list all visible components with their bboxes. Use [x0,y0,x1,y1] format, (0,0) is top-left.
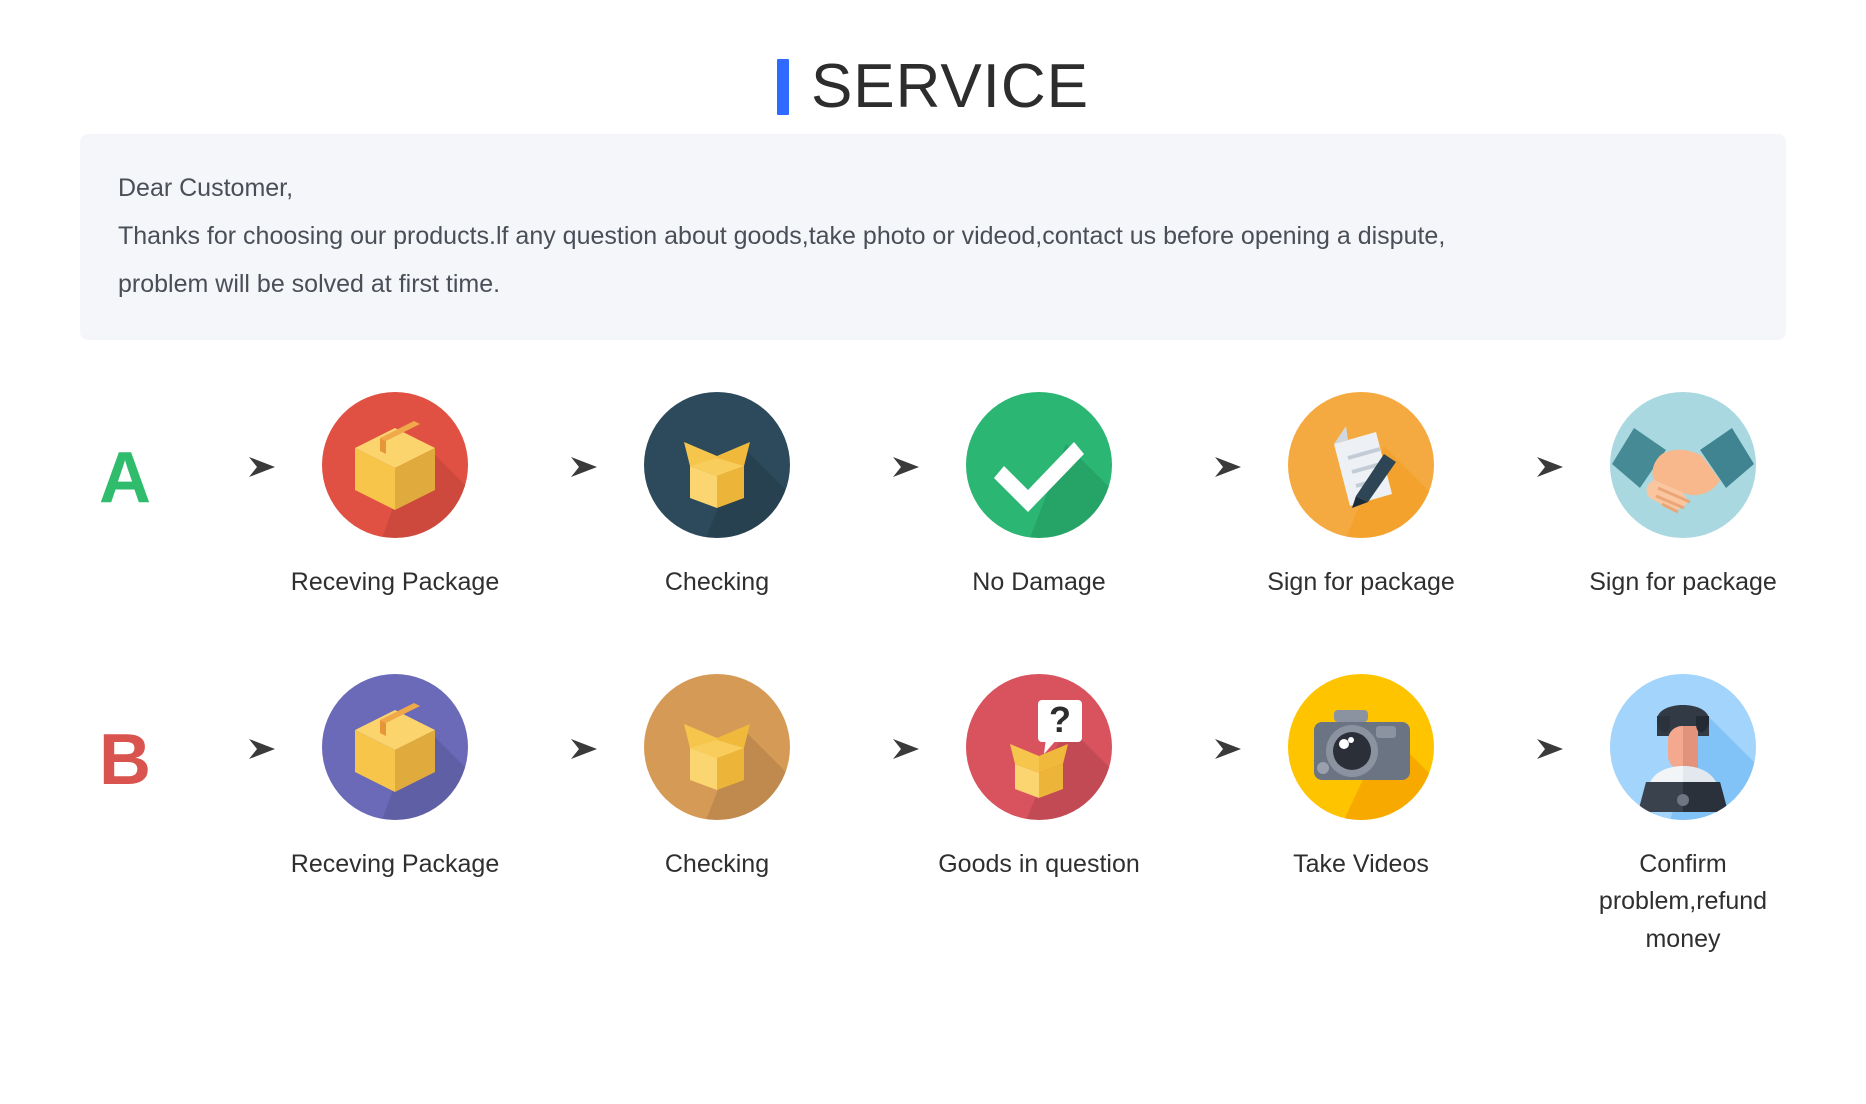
step-label: Take Videos [1293,849,1429,878]
arrow-right-icon [1479,457,1563,477]
svg-text:?: ? [1049,699,1071,740]
step-b-2[interactable]: Checking [610,673,824,884]
package-box-glyph [355,421,468,538]
arrow-b-3 [1146,674,1254,762]
open-box-icon [644,673,790,820]
flow-badge-b: B [99,719,151,800]
package-box-glyph [355,702,468,820]
step-label: Sign for package [1589,568,1777,596]
arrow-right-icon [191,457,275,477]
open-box-glyph [684,442,790,538]
step-a-3[interactable]: No Damage [932,392,1146,602]
step-a-4[interactable]: Sign for package [1254,392,1468,602]
handshake-glyph [1612,428,1754,514]
arrow-right-icon [1157,738,1241,759]
arrow-a-4 [1468,392,1576,480]
open-box-icon [644,392,790,538]
package-box-icon [322,673,468,820]
service-page: SERVICE Dear Customer, Thanks for choosi… [0,0,1866,1104]
step-label: Sign for package [1267,568,1455,596]
question-box-icon: ? [966,673,1112,820]
step-b-1[interactable]: Receving Package [288,673,502,884]
notice-line-3: problem will be solved at first time. [118,270,501,298]
package-box-icon [322,392,468,538]
step-label: Receving Package [290,568,500,596]
step-a-5[interactable]: Sign for package [1576,392,1790,602]
flow-row-b: B Receving Package Checking ? Goods in q… [0,673,1866,959]
arrow-right-icon [513,457,597,477]
document-pen-icon [1288,392,1434,538]
arrow-right-icon [835,738,919,759]
page-title-row: SERVICE [0,0,1866,120]
flow-badge-a: A [99,438,151,518]
step-label: Receving Package [290,849,500,878]
flow-row-a: A Receving Package Checking No Damage Si… [0,392,1866,602]
arrow-a-1 [502,392,610,480]
support-agent-glyph [1638,704,1756,820]
flow-b-badge-cell: B [70,674,180,796]
step-label: Checking [664,568,770,596]
arrow-b-4 [1468,674,1576,762]
camera-icon [1288,673,1434,820]
notice-line-1: Dear Customer, [118,174,294,202]
page-title: SERVICE [810,52,1090,121]
checkmark-icon [966,392,1112,538]
step-label: Goods in question [938,849,1140,878]
arrow-b-1 [502,674,610,762]
arrow-b-2 [824,674,932,762]
support-agent-icon [1610,673,1756,820]
arrow-right-icon [835,457,919,477]
question-box-glyph: ? [1010,699,1112,820]
camera-glyph [1314,709,1434,820]
open-box-glyph [684,723,790,820]
arrow-right-icon [1479,738,1563,759]
arrow-a-0 [180,392,288,480]
arrow-b-0 [180,674,288,762]
step-b-5[interactable]: Confirm problem,refund money [1576,673,1790,959]
arrow-a-3 [1146,392,1254,480]
arrow-a-2 [824,392,932,480]
checkmark-glyph [994,442,1112,538]
step-a-1[interactable]: Receving Package [288,392,502,602]
arrow-right-icon [513,738,597,759]
document-pen-glyph [1334,426,1434,538]
flow-a-badge-cell: A [70,392,180,514]
notice-line-2: Thanks for choosing our products.lf any … [118,222,1446,250]
step-label: Confirm problem,refund money [1598,849,1768,953]
step-b-3[interactable]: ? Goods in question [932,673,1146,884]
step-a-2[interactable]: Checking [610,392,824,602]
customer-notice-panel: Dear Customer, Thanks for choosing our p… [80,134,1786,340]
step-label: No Damage [972,568,1106,596]
handshake-icon [1610,392,1756,538]
step-b-4[interactable]: Take Videos [1254,673,1468,884]
arrow-right-icon [191,738,275,759]
step-label: Checking [664,849,770,878]
arrow-right-icon [1157,457,1241,477]
title-accent-bar [776,59,789,115]
